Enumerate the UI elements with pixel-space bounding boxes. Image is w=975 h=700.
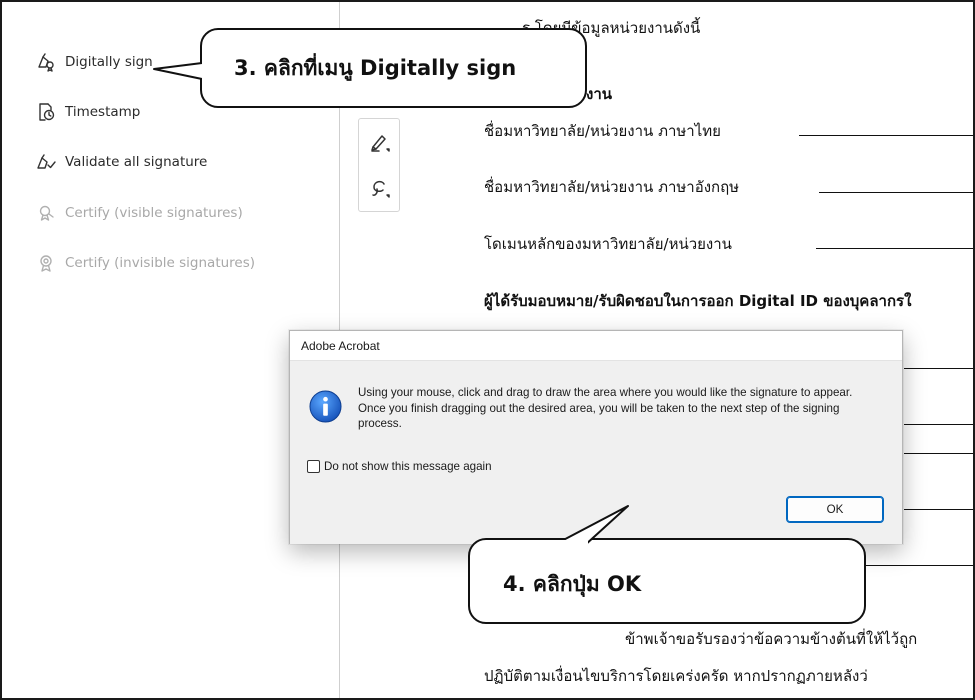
menu-validate-all-signature[interactable]: Validate all signature: [36, 150, 207, 174]
doc-fill-line: [904, 424, 973, 425]
ok-button[interactable]: OK: [786, 496, 884, 523]
doc-comply-line: ปฏิบัติตามเงื่อนไขบริการโดยเคร่งครัด หาก…: [484, 667, 868, 685]
doc-fill-line: [904, 368, 973, 369]
digital-sign-icon: [38, 53, 54, 72]
lasso-icon: [372, 180, 390, 198]
certify-invisible-icon: [40, 255, 52, 272]
do-not-show-checkbox[interactable]: Do not show this message again: [307, 460, 492, 473]
dialog-message: Using your mouse, click and drag to draw…: [358, 386, 853, 431]
screenshot-frame: Digitally sign Timestamp Validate all si…: [0, 0, 975, 700]
dialog-title: Adobe Acrobat: [301, 339, 380, 353]
callout-text: 4. คลิกปุ่ม OK: [503, 571, 642, 596]
lasso-tool-button[interactable]: [368, 176, 392, 200]
validate-icon: [37, 154, 56, 169]
doc-section-fragment: งาน: [586, 85, 613, 103]
menu-label: Digitally sign: [65, 54, 153, 70]
dialog-titlebar[interactable]: Adobe Acrobat: [290, 331, 902, 361]
pen-tool-button[interactable]: [368, 130, 392, 154]
callout-step-4: 4. คลิกปุ่ม OK: [468, 538, 866, 624]
menu-label: Certify (invisible signatures): [65, 255, 256, 271]
doc-certify-line: ข้าพเจ้าขอรับรองว่าข้อความข้างต้นที่ให้ไ…: [625, 630, 918, 648]
menu-certify-visible: Certify (visible signatures): [36, 201, 243, 225]
doc-fill-line: [904, 453, 973, 454]
callout-text: 3. คลิกที่เมนู Digitally sign: [234, 55, 517, 80]
callout-tail: [550, 505, 629, 548]
doc-fill-line: [819, 192, 973, 193]
timestamp-icon: [39, 103, 55, 121]
doc-fill-line: [799, 135, 973, 136]
callout-step-3: 3. คลิกที่เมนู Digitally sign: [200, 28, 587, 108]
certify-visible-icon: [39, 205, 54, 221]
pen-icon: [371, 135, 390, 152]
menu-certify-invisible: Certify (invisible signatures): [36, 251, 255, 275]
doc-fill-line: [866, 565, 973, 566]
info-icon: [309, 390, 342, 423]
doc-heading-responsible: ผู้ได้รับมอบหมาย/รับผิดชอบในการออก Digit…: [484, 292, 912, 310]
doc-field-domain: โดเมนหลักของมหาวิทยาลัย/หน่วยงาน: [484, 235, 732, 253]
drawing-tool-strip: [358, 118, 400, 212]
menu-label: Certify (visible signatures): [65, 205, 243, 221]
menu-digitally-sign[interactable]: Digitally sign: [36, 50, 153, 74]
checkbox-label: Do not show this message again: [324, 460, 492, 473]
menu-label: Validate all signature: [65, 154, 208, 170]
menu-timestamp[interactable]: Timestamp: [36, 100, 140, 124]
doc-field-name-th: ชื่อมหาวิทยาลัย/หน่วยงาน ภาษาไทย: [484, 122, 721, 140]
doc-fill-line: [904, 509, 973, 510]
doc-fill-line: [816, 248, 973, 249]
menu-label: Timestamp: [65, 104, 141, 120]
doc-field-name-en: ชื่อมหาวิทยาลัย/หน่วยงาน ภาษาอังกฤษ: [484, 178, 740, 196]
checkbox-box[interactable]: [307, 460, 320, 473]
callout-tail: [153, 61, 212, 81]
